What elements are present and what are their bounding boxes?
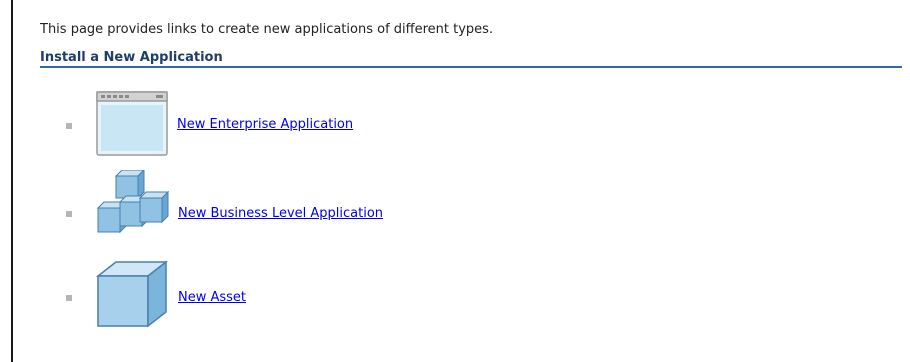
new-business-level-application-link[interactable]: New Business Level Application — [178, 206, 383, 221]
bullet-icon — [66, 123, 72, 129]
section-divider — [40, 66, 902, 68]
page-left-border — [11, 0, 13, 362]
new-enterprise-application-link[interactable]: New Enterprise Application — [177, 117, 353, 132]
list-item-business-level-application: New Business Level Application — [60, 170, 660, 245]
list-item-enterprise-application: New Enterprise Application — [60, 90, 660, 160]
bullet-icon — [66, 211, 72, 217]
list-item-asset: New Asset — [60, 260, 660, 332]
cube-icon — [95, 260, 169, 328]
page-description: This page provides links to create new a… — [40, 22, 494, 37]
window-icon — [96, 91, 168, 156]
new-asset-link[interactable]: New Asset — [178, 290, 246, 305]
section-title: Install a New Application — [40, 50, 223, 65]
bullet-icon — [66, 295, 72, 301]
stacked-cubes-icon — [96, 170, 170, 234]
